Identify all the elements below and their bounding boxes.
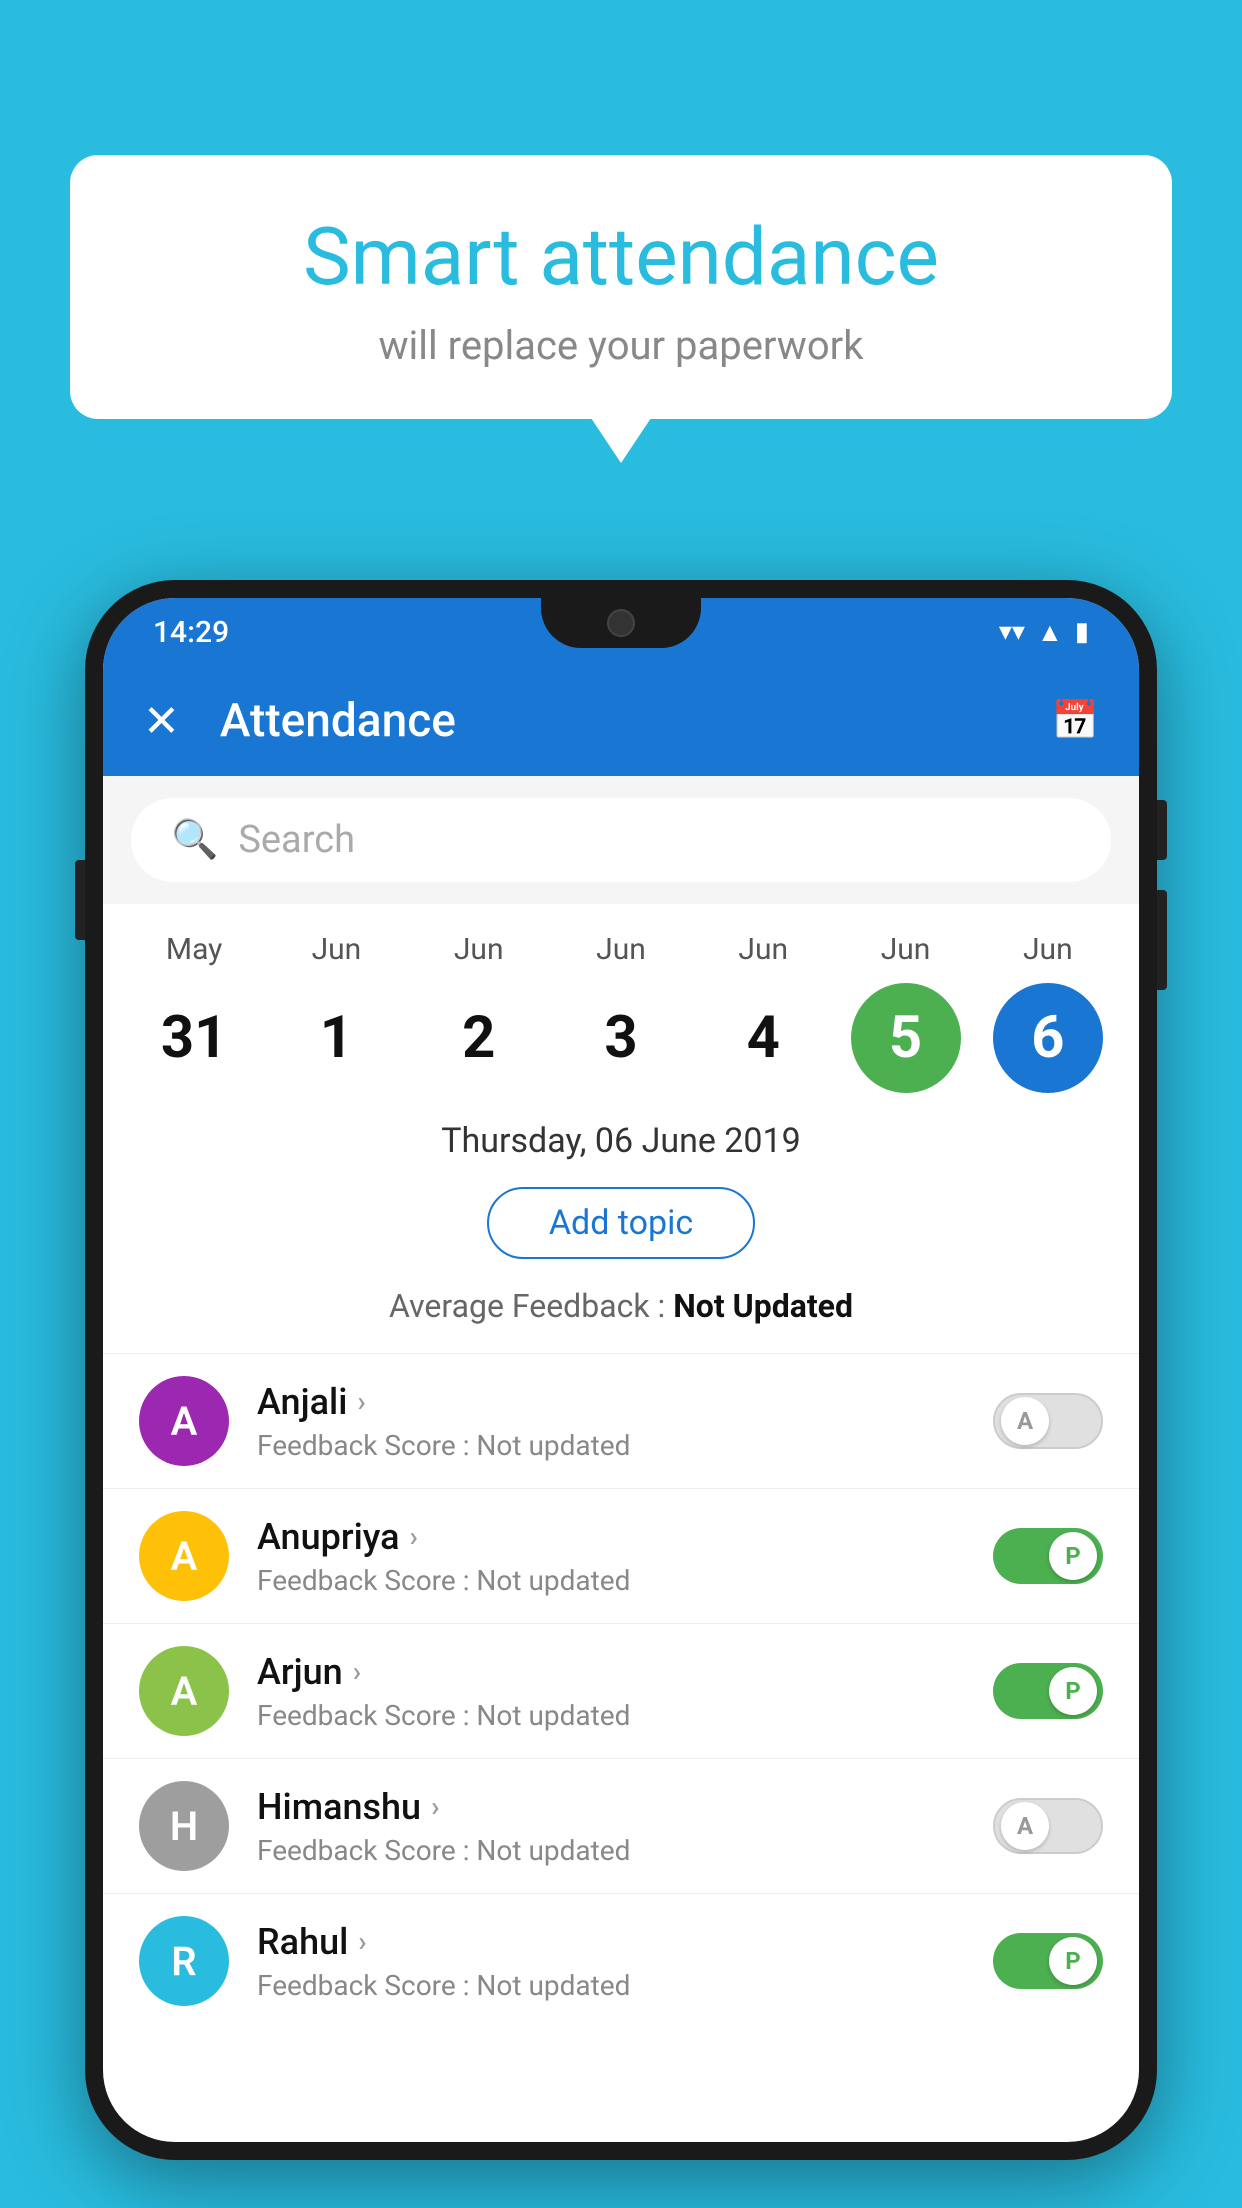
student-feedback: Feedback Score : Not updated [257,1834,965,1867]
bubble-title: Smart attendance [130,210,1112,304]
bubble-subtitle: will replace your paperwork [130,322,1112,369]
student-list-item[interactable]: R Rahul › Feedback Score : Not updated P [103,1893,1139,2028]
phone-screen: 14:29 ▾▾ ▲ ▮ ✕ Attendance 📅 🔍 Search [103,598,1139,2142]
calendar-strip: May 31 Jun 1 Jun 2 Jun 3 Jun 4 Jun 5 Jun 6 [103,904,1139,1093]
student-name: Anjali › [257,1381,965,1423]
selected-date: Thursday, 06 June 2019 [103,1093,1139,1179]
phone-button-right1 [1157,800,1167,860]
calendar-month: Jun [596,932,646,967]
student-feedback: Feedback Score : Not updated [257,1699,965,1732]
student-feedback: Feedback Score : Not updated [257,1564,965,1597]
close-button[interactable]: ✕ [143,695,180,747]
add-topic-container: Add topic [103,1179,1139,1279]
calendar-date[interactable]: 1 [281,983,391,1093]
calendar-day[interactable]: Jun 6 [988,932,1108,1093]
status-icons: ▾▾ ▲ ▮ [999,617,1089,648]
speech-bubble-container: Smart attendance will replace your paper… [70,155,1172,419]
attendance-toggle[interactable]: P [993,1528,1103,1584]
student-info: Anjali › Feedback Score : Not updated [257,1381,965,1462]
avg-feedback-label: Average Feedback : [389,1287,673,1325]
battery-icon: ▮ [1075,617,1089,647]
student-name: Rahul › [257,1921,965,1963]
calendar-day[interactable]: Jun 5 [846,932,966,1093]
phone-frame: 14:29 ▾▾ ▲ ▮ ✕ Attendance 📅 🔍 Search [85,580,1157,2208]
phone-button-left [75,860,85,940]
calendar-month: Jun [738,932,788,967]
student-list-item[interactable]: A Anupriya › Feedback Score : Not updated P [103,1488,1139,1623]
student-list-item[interactable]: A Anjali › Feedback Score : Not updated A [103,1353,1139,1488]
search-bar-container: 🔍 Search [103,776,1139,904]
student-feedback: Feedback Score : Not updated [257,1429,965,1462]
calendar-month: Jun [1023,932,1073,967]
calendar-month: Jun [312,932,362,967]
calendar-date[interactable]: 5 [851,983,961,1093]
student-avatar: H [139,1781,229,1871]
calendar-month: Jun [454,932,504,967]
student-avatar: A [139,1511,229,1601]
average-feedback: Average Feedback : Not Updated [103,1279,1139,1353]
calendar-date[interactable]: 4 [708,983,818,1093]
avg-feedback-value: Not Updated [673,1287,853,1325]
student-info: Rahul › Feedback Score : Not updated [257,1921,965,2002]
calendar-day[interactable]: Jun 1 [276,932,396,1093]
student-info: Himanshu › Feedback Score : Not updated [257,1786,965,1867]
calendar-day[interactable]: Jun 4 [703,932,823,1093]
chevron-right-icon: › [410,1520,418,1553]
chevron-right-icon: › [357,1385,365,1418]
attendance-toggle[interactable]: P [993,1663,1103,1719]
student-avatar: A [139,1646,229,1736]
calendar-day[interactable]: May 31 [134,932,254,1093]
student-list-item[interactable]: A Arjun › Feedback Score : Not updated P [103,1623,1139,1758]
attendance-toggle[interactable]: A [993,1393,1103,1449]
student-name: Anupriya › [257,1516,965,1558]
student-avatar: A [139,1376,229,1466]
search-placeholder: Search [238,818,355,862]
student-feedback: Feedback Score : Not updated [257,1969,965,2002]
wifi-icon: ▾▾ [999,617,1025,647]
status-time: 14:29 [153,615,229,650]
phone-camera [607,609,635,637]
attendance-toggle[interactable]: P [993,1933,1103,1989]
calendar-icon[interactable]: 📅 [1052,699,1099,743]
chevron-right-icon: › [431,1790,439,1823]
phone-button-right2 [1157,890,1167,990]
calendar-month: May [166,932,222,967]
chevron-right-icon: › [358,1925,366,1958]
calendar-day[interactable]: Jun 3 [561,932,681,1093]
student-list-item[interactable]: H Himanshu › Feedback Score : Not updated A [103,1758,1139,1893]
calendar-date[interactable]: 3 [566,983,676,1093]
calendar-date[interactable]: 6 [993,983,1103,1093]
app-title: Attendance [220,694,1052,748]
calendar-day[interactable]: Jun 2 [419,932,539,1093]
phone-notch [541,598,701,648]
add-topic-button[interactable]: Add topic [487,1187,755,1259]
search-icon: 🔍 [171,818,218,862]
search-bar[interactable]: 🔍 Search [131,798,1111,882]
student-avatar: R [139,1916,229,2006]
attendance-toggle[interactable]: A [993,1798,1103,1854]
student-list: AAnjali ›Feedback Score : Not updatedAAA… [103,1353,1139,2028]
student-name: Arjun › [257,1651,965,1693]
phone-outer: 14:29 ▾▾ ▲ ▮ ✕ Attendance 📅 🔍 Search [85,580,1157,2160]
speech-bubble: Smart attendance will replace your paper… [70,155,1172,419]
student-name: Himanshu › [257,1786,965,1828]
calendar-month: Jun [881,932,931,967]
calendar-date[interactable]: 2 [424,983,534,1093]
student-info: Anupriya › Feedback Score : Not updated [257,1516,965,1597]
signal-icon: ▲ [1037,617,1063,648]
calendar-date[interactable]: 31 [139,983,249,1093]
app-bar: ✕ Attendance 📅 [103,666,1139,776]
chevron-right-icon: › [353,1655,361,1688]
student-info: Arjun › Feedback Score : Not updated [257,1651,965,1732]
